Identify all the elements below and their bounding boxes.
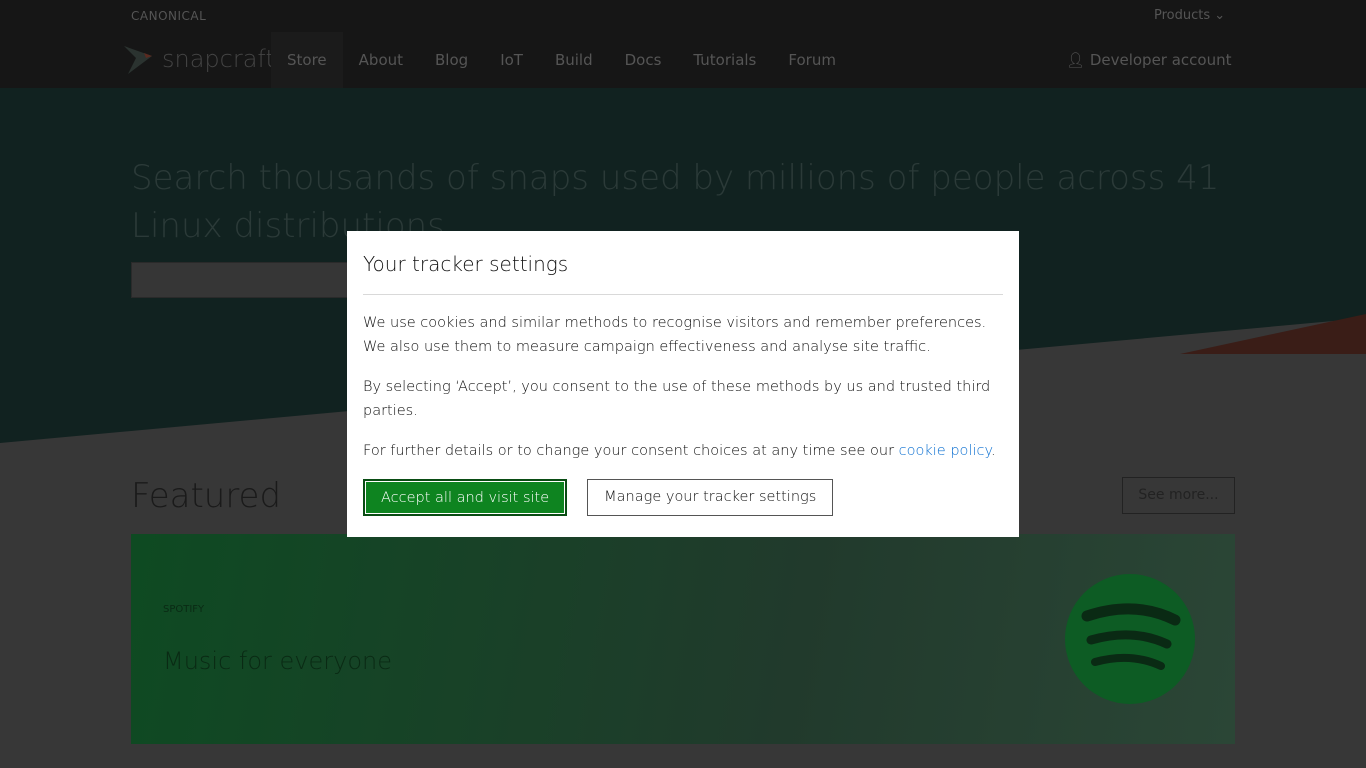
- developer-account-link[interactable]: 👤︎ Developer account: [1066, 51, 1232, 69]
- spotify-icon: [1065, 574, 1195, 704]
- nav-forum[interactable]: Forum: [772, 32, 852, 88]
- card-tag: SPOTIFY: [163, 604, 205, 615]
- dialog-paragraph-3: For further details or to change your co…: [363, 439, 1003, 463]
- chevron-down-icon: ⌄: [1214, 8, 1226, 23]
- search-input[interactable]: [131, 262, 361, 298]
- snapcraft-bird-icon: [124, 46, 152, 74]
- p3-end: .: [990, 443, 996, 459]
- see-more-button[interactable]: See more...: [1122, 477, 1235, 514]
- nav-store[interactable]: Store: [271, 32, 343, 88]
- nav-tutorials[interactable]: Tutorials: [677, 32, 772, 88]
- products-menu[interactable]: Products ⌄: [1154, 8, 1225, 23]
- nav-about[interactable]: About: [343, 32, 419, 88]
- nav-iot[interactable]: IoT: [484, 32, 539, 88]
- main-nav: Store About Blog IoT Build Docs Tutorial…: [271, 32, 852, 88]
- nav-docs[interactable]: Docs: [609, 32, 678, 88]
- developer-label: Developer account: [1089, 51, 1232, 69]
- snapcraft-logo[interactable]: snapcraft: [124, 44, 275, 74]
- p3-text: For further details or to change your co…: [363, 443, 899, 459]
- nav-build[interactable]: Build: [539, 32, 609, 88]
- card-headline: Music for everyone: [163, 647, 393, 675]
- dialog-title: Your tracker settings: [363, 252, 569, 276]
- accept-all-button[interactable]: Accept all and visit site: [363, 479, 568, 516]
- top-navigation: CANONICAL Products ⌄ snapcraft Store Abo…: [0, 0, 1366, 88]
- featured-card[interactable]: SPOTIFY Music for everyone: [131, 534, 1235, 744]
- dialog-paragraph-1: We use cookies and similar methods to re…: [363, 315, 987, 355]
- dialog-paragraph-2: By selecting ‘Accept’, you consent to th…: [363, 379, 991, 419]
- nav-blog[interactable]: Blog: [419, 32, 484, 88]
- featured-heading: Featured: [131, 476, 282, 516]
- logo-text: snapcraft: [162, 45, 275, 73]
- user-icon: 👤︎: [1066, 51, 1086, 69]
- products-label: Products: [1154, 8, 1211, 23]
- cookie-policy-link[interactable]: cookie policy: [899, 443, 991, 459]
- manage-tracker-settings-button[interactable]: Manage your tracker settings: [587, 479, 834, 516]
- tracker-settings-dialog: Your tracker settings We use cookies and…: [347, 231, 1019, 537]
- canonical-logo[interactable]: CANONICAL: [131, 9, 206, 23]
- dialog-divider: [363, 294, 1003, 295]
